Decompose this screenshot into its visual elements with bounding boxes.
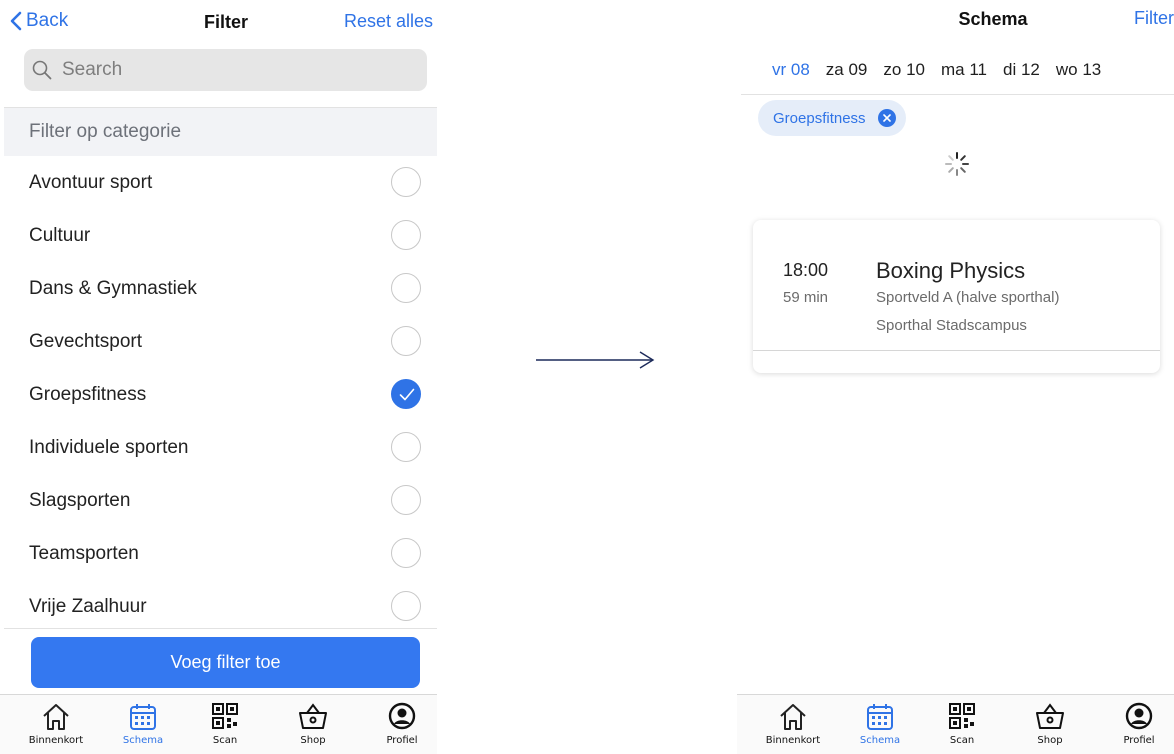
tab-profiel[interactable]: Profiel — [1099, 701, 1174, 746]
tab-label: Profiel — [1123, 735, 1155, 746]
category-checkbox[interactable] — [391, 220, 421, 250]
category-row[interactable]: Dans & Gymnastiek — [0, 262, 437, 315]
category-section-header: Filter op categorie — [4, 108, 437, 156]
category-list: Avontuur sport Cultuur Dans & Gymnastiek Ge… — [0, 156, 437, 633]
basket-icon — [1036, 703, 1064, 729]
event-card[interactable]: 18:00 59 min Boxing Physics Sportveld A … — [753, 220, 1160, 373]
category-checkbox[interactable] — [391, 326, 421, 356]
category-row[interactable]: Groepsfitness — [0, 368, 437, 421]
tab-label: Profiel — [386, 735, 418, 746]
tab-scan[interactable]: Scan — [922, 701, 1002, 746]
day-tab[interactable]: vr 08 — [772, 60, 810, 80]
tab-binnenkort[interactable]: Binnenkort — [753, 701, 833, 746]
category-checkbox[interactable] — [391, 432, 421, 462]
category-row[interactable]: Vrije Zaalhuur — [0, 580, 437, 633]
category-checkbox[interactable] — [391, 538, 421, 568]
tab-schema[interactable]: Schema — [840, 701, 920, 746]
active-filter-chip[interactable]: Groepsfitness — [758, 100, 906, 136]
tab-shop[interactable]: Shop — [1010, 701, 1090, 746]
tab-label: Schema — [122, 735, 164, 746]
tab-bar: Binnenkort Schema Scan Shop Profiel — [0, 694, 437, 754]
tab-shop[interactable]: Shop — [273, 701, 353, 746]
category-checkbox[interactable] — [391, 379, 421, 409]
category-row[interactable]: Gevechtsport — [0, 315, 437, 368]
remove-filter-button[interactable] — [877, 109, 896, 127]
day-selector: vr 08 za 09 zo 10 ma 11 di 12 wo 13 — [772, 60, 1101, 80]
event-duration: 59 min — [783, 289, 829, 306]
category-row[interactable]: Avontuur sport — [0, 156, 437, 209]
category-label: Gevechtsport — [29, 331, 142, 352]
tab-label: Scan — [949, 735, 975, 746]
search-bar[interactable] — [24, 49, 427, 91]
day-tab[interactable]: zo 10 — [883, 60, 925, 80]
tab-bar: Binnenkort Schema Scan Shop Profiel — [737, 694, 1174, 754]
filter-screen: Back Filter Reset alles Filter op catego… — [0, 0, 437, 754]
basket-icon — [299, 703, 327, 729]
reset-all-button[interactable]: Reset alles — [344, 11, 433, 32]
home-icon — [780, 704, 806, 730]
profile-icon — [1125, 702, 1153, 730]
category-label: Slagsporten — [29, 490, 131, 511]
profile-icon — [388, 702, 416, 730]
tab-profiel[interactable]: Profiel — [362, 701, 437, 746]
category-checkbox[interactable] — [391, 273, 421, 303]
category-row[interactable]: Individuele sporten — [0, 421, 437, 474]
category-label: Avontuur sport — [29, 172, 153, 193]
filter-button[interactable]: Filter — [1134, 8, 1174, 29]
event-title: Boxing Physics — [876, 258, 1026, 283]
category-row[interactable]: Slagsporten — [0, 474, 437, 527]
day-tab[interactable]: di 12 — [1003, 60, 1040, 80]
close-icon — [882, 114, 891, 122]
category-row[interactable]: Cultuur — [0, 209, 437, 262]
loading-spinner-icon — [945, 152, 969, 176]
tab-schema[interactable]: Schema — [103, 701, 183, 746]
search-icon — [32, 60, 52, 80]
event-time: 18:00 — [783, 260, 829, 280]
divider — [753, 350, 1160, 351]
checkmark-icon — [399, 388, 415, 401]
category-checkbox[interactable] — [391, 591, 421, 621]
category-row[interactable]: Teamsporten — [0, 527, 437, 580]
category-label: Vrije Zaalhuur — [29, 596, 147, 617]
home-icon — [43, 704, 69, 730]
calendar-icon — [130, 704, 156, 730]
divider — [4, 628, 437, 629]
day-tab[interactable]: ma 11 — [941, 60, 987, 80]
category-checkbox[interactable] — [391, 167, 421, 197]
category-label: Individuele sporten — [29, 437, 189, 458]
tab-binnenkort[interactable]: Binnenkort — [16, 701, 96, 746]
page-title: Schema — [958, 9, 1028, 29]
divider — [741, 94, 1174, 95]
qr-code-icon — [212, 703, 238, 729]
tab-label: Shop — [300, 735, 326, 746]
category-label: Teamsporten — [29, 543, 139, 564]
category-label: Groepsfitness — [29, 384, 147, 405]
tab-label: Scan — [212, 735, 238, 746]
chip-label: Groepsfitness — [773, 109, 866, 127]
search-input[interactable] — [60, 58, 404, 82]
calendar-icon — [867, 704, 893, 730]
apply-filter-button[interactable]: Voeg filter toe — [31, 637, 420, 688]
tab-scan[interactable]: Scan — [185, 701, 265, 746]
category-checkbox[interactable] — [391, 485, 421, 515]
tab-label: Shop — [1037, 735, 1063, 746]
category-label: Cultuur — [29, 225, 91, 246]
day-tab[interactable]: wo 13 — [1056, 60, 1101, 80]
qr-code-icon — [949, 703, 975, 729]
tab-label: Binnenkort — [28, 735, 84, 746]
tab-label: Schema — [859, 735, 901, 746]
tab-label: Binnenkort — [765, 735, 821, 746]
schedule-screen: Schema Filter vr 08 za 09 zo 10 ma 11 di 12 w… — [737, 0, 1174, 754]
day-tab[interactable]: za 09 — [826, 60, 868, 80]
event-venue: Sporthal Stadscampus — [876, 317, 1027, 334]
category-label: Dans & Gymnastiek — [29, 278, 197, 299]
transition-arrow-icon — [536, 351, 655, 369]
event-location: Sportveld A (halve sporthal) — [876, 289, 1060, 306]
